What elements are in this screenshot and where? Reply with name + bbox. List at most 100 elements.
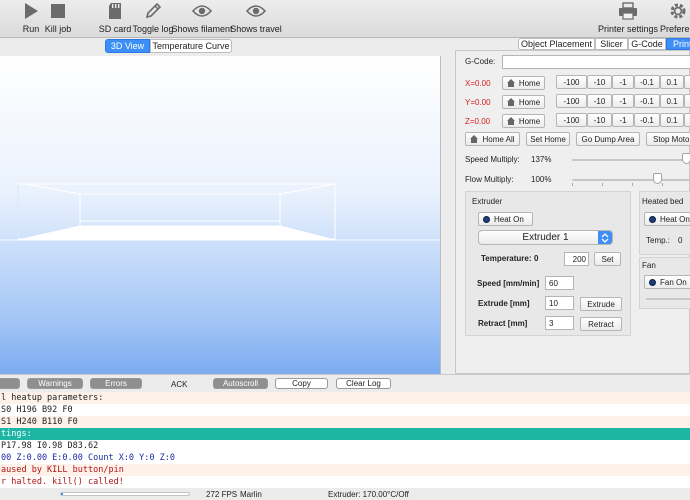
x-minus-10-button[interactable]: -10 — [587, 75, 612, 89]
fan-toggle[interactable]: Fan On — [644, 275, 690, 289]
print-control-panel: G-Code: X=0.00 Home -100 -10 -1 -0.1 0.1… — [455, 50, 690, 374]
x-minus-0.1-button[interactable]: -0.1 — [634, 75, 660, 89]
slider-tick — [602, 183, 603, 186]
y-minus-100-button[interactable]: -100 — [556, 94, 587, 108]
z-position-label: Z=0.00 — [465, 117, 491, 126]
kill-job-button[interactable]: Kill job — [44, 0, 72, 38]
log-filter-errors[interactable]: Errors — [90, 378, 142, 389]
log-filter-commands[interactable] — [0, 378, 20, 389]
main-toolbar: Run Kill job SD card Toggle log Shows fi… — [0, 0, 690, 38]
log-line: r halted. kill() called! — [0, 476, 690, 488]
extruder-heat-toggle[interactable]: Heat On — [478, 212, 533, 226]
print-progress-bar — [60, 492, 190, 496]
y-minus-0.1-button[interactable]: -0.1 — [634, 94, 660, 108]
slider-tick — [632, 183, 633, 186]
z-minus-10-button[interactable]: -10 — [587, 113, 612, 127]
speed-multiply-label: Speed Multiply: — [465, 155, 520, 164]
x-minus-100-button[interactable]: -100 — [556, 75, 587, 89]
retract-amount-input[interactable]: 3 — [545, 316, 574, 330]
tab-object-placement[interactable]: Object Placement — [518, 38, 595, 50]
tab-print[interactable]: Print — [666, 38, 690, 50]
pencil-icon — [143, 1, 163, 21]
y-plus-1-button[interactable]: 1 — [684, 94, 690, 108]
flow-multiply-thumb[interactable] — [652, 173, 662, 184]
home-icon — [506, 117, 515, 125]
sd-card-icon — [105, 1, 125, 21]
sd-card-button[interactable]: SD card — [99, 0, 131, 38]
extruder-target-input[interactable]: 200 — [564, 252, 589, 266]
x-minus-1-button[interactable]: -1 — [612, 75, 634, 89]
flow-multiply-slider[interactable] — [572, 179, 690, 181]
run-button[interactable]: Run — [18, 0, 44, 38]
y-plus-0.1-button[interactable]: 0.1 — [660, 94, 684, 108]
3d-view-canvas[interactable] — [0, 56, 441, 393]
stop-motor-button[interactable]: Stop Moto — [646, 132, 690, 146]
firmware-name: Marlin — [240, 490, 262, 499]
tab-gcode[interactable]: G-Code — [628, 38, 666, 50]
z-minus-1-button[interactable]: -1 — [612, 113, 634, 127]
shows-travel-button[interactable]: Shows travel — [230, 0, 282, 38]
fan-indicator-icon — [649, 278, 656, 286]
extrude-button[interactable]: Extrude — [580, 297, 622, 311]
speed-multiply-slider[interactable] — [572, 159, 690, 161]
z-minus-0.1-button[interactable]: -0.1 — [634, 113, 660, 127]
tab-temperature-curve[interactable]: Temperature Curve — [150, 39, 232, 53]
extruder-temperature-label: Temperature: — [481, 254, 532, 263]
fan-speed-slider[interactable] — [646, 298, 690, 300]
status-bar: 272 FPS Marlin Extruder: 170.00°C/Off — [0, 488, 690, 500]
home-all-button[interactable]: Home All — [465, 132, 520, 146]
chevron-updown-icon — [598, 231, 612, 244]
extruder-status: Extruder: 170.00°C/Off — [328, 490, 409, 499]
slider-tick — [662, 183, 663, 186]
fan-group: Fan Fan On — [639, 257, 690, 309]
tab-slicer[interactable]: Slicer — [595, 38, 628, 50]
speed-multiply-thumb[interactable] — [682, 153, 690, 164]
log-line: S1 H240 B110 F0 — [0, 416, 690, 428]
flow-multiply-label: Flow Multiply: — [465, 175, 514, 184]
log-autoscroll-toggle[interactable]: Autoscroll — [213, 378, 268, 389]
printer-settings-button[interactable]: Printer settings — [598, 0, 658, 38]
log-filter-warnings[interactable]: Warnings — [27, 378, 83, 389]
extruder-temperature-value: 0 — [534, 254, 539, 263]
extruder-speed-label: Speed [mm/min] — [477, 279, 540, 288]
home-y-button[interactable]: Home — [502, 95, 545, 109]
log-toolbar: Warnings Errors ACK Autoscroll Copy Clea… — [0, 374, 690, 392]
gcode-label: G-Code: — [465, 57, 496, 66]
home-x-button[interactable]: Home — [502, 76, 545, 90]
go-dump-area-button[interactable]: Go Dump Area — [576, 132, 640, 146]
log-line: P17.98 I0.98 D83.62 — [0, 440, 690, 452]
extrude-amount-input[interactable]: 10 — [545, 296, 574, 310]
z-plus-0.1-button[interactable]: 0.1 — [660, 113, 684, 127]
set-home-button[interactable]: Set Home — [526, 132, 570, 146]
speed-multiply-value: 137% — [531, 155, 552, 164]
shows-filament-button[interactable]: Shows filament — [171, 0, 233, 38]
flow-multiply-value: 100% — [531, 175, 552, 184]
gcode-input[interactable] — [502, 55, 690, 69]
z-minus-100-button[interactable]: -100 — [556, 113, 587, 127]
retract-button[interactable]: Retract — [580, 317, 622, 331]
stop-icon — [48, 1, 68, 21]
home-z-button[interactable]: Home — [502, 114, 545, 128]
log-view[interactable]: l heatup parameters: S0 H196 B92 F0 S1 H24… — [0, 392, 690, 488]
y-minus-10-button[interactable]: -10 — [587, 94, 612, 108]
print-progress-fill — [61, 493, 63, 495]
log-filter-ack[interactable]: ACK — [171, 380, 187, 389]
home-icon — [506, 98, 515, 106]
toggle-log-button[interactable]: Toggle log — [132, 0, 174, 38]
log-clear-button[interactable]: Clear Log — [336, 378, 391, 389]
bed-temp-label: Temp.: — [646, 236, 671, 245]
preferences-button[interactable]: Preferen — [660, 0, 690, 38]
x-plus-0.1-button[interactable]: 0.1 — [660, 75, 684, 89]
bed-heat-toggle[interactable]: Heat On — [644, 212, 690, 226]
z-plus-1-button[interactable]: 1 — [684, 113, 690, 127]
extruder-set-button[interactable]: Set — [594, 252, 621, 266]
heated-bed-group: Heated bed Heat On Temp.: 0 — [639, 191, 690, 255]
y-minus-1-button[interactable]: -1 — [612, 94, 634, 108]
tab-3d-view[interactable]: 3D View — [105, 39, 150, 53]
extruder-speed-input[interactable]: 60 — [545, 276, 574, 290]
extruder-select[interactable]: Extruder 1 — [478, 230, 613, 245]
log-line: 00 Z:0.00 E:0.00 Count X:0 Y:0 Z:0 — [0, 452, 690, 464]
x-plus-1-button[interactable]: 1 — [684, 75, 690, 89]
log-copy-button[interactable]: Copy — [275, 378, 328, 389]
slider-tick — [572, 183, 573, 186]
